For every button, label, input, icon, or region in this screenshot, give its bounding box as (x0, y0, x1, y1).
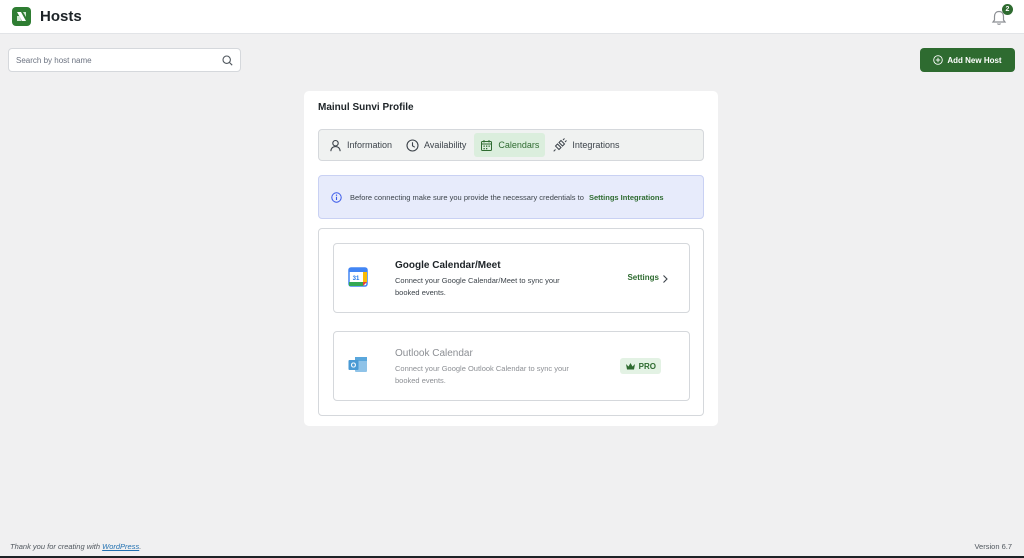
google-calendar-icon: 31 (348, 267, 368, 287)
notifications-button[interactable]: 2 (990, 4, 1013, 27)
outlook-calendar-name: Outlook Calendar (395, 348, 473, 359)
tab-label: Information (347, 140, 393, 150)
tab-label: Availability (424, 140, 467, 150)
outlook-calendar-description: Connect your Google Outlook Calendar to … (395, 364, 569, 385)
page-title: Hosts (40, 8, 82, 25)
info-icon (331, 191, 342, 203)
tab-label: Calendars (498, 140, 540, 150)
add-new-host-button[interactable]: Add New Host (920, 48, 1015, 72)
wordpress-link[interactable]: WordPress (102, 542, 139, 551)
calendar-list: 31 Google Calendar/Meet Connect your Goo… (318, 228, 704, 416)
tab-integrations[interactable]: Integrations (547, 133, 625, 157)
tab-calendars[interactable]: Calendars (474, 133, 546, 157)
outlook-calendar-icon-text: O (351, 363, 357, 370)
calendar-icon (481, 139, 493, 151)
footer-version: Version 6.7 (974, 542, 1012, 551)
settings-integrations-link[interactable]: Settings Integrations (589, 193, 664, 202)
google-calendar-settings-link[interactable]: Settings (627, 273, 659, 282)
profile-card: Mainul Sunvi Profile Information Availab… (304, 91, 718, 426)
tab-availability[interactable]: Availability (400, 133, 472, 157)
google-calendar-name: Google Calendar/Meet (395, 260, 501, 271)
credentials-notice: Before connecting make sure you provide … (318, 175, 704, 219)
profile-tabs: Information Availability Calendars Integ… (318, 129, 704, 161)
crown-icon (625, 362, 635, 369)
google-calendar-icon-text: 31 (353, 276, 360, 282)
clock-icon (406, 138, 419, 152)
search-box (8, 48, 241, 72)
tab-information[interactable]: Information (323, 133, 398, 157)
notification-count-badge: 2 (1002, 4, 1013, 15)
top-bar: Hosts 2 (0, 0, 1024, 34)
google-calendar-card: 31 Google Calendar/Meet Connect your Goo… (333, 243, 690, 313)
chevron-right-icon[interactable] (661, 274, 669, 284)
pro-badge[interactable]: PRO (619, 358, 661, 374)
pro-badge-label: PRO (638, 361, 656, 371)
add-new-host-label: Add New Host (947, 55, 1002, 65)
notice-text: Before connecting make sure you provide … (350, 192, 584, 202)
app-logo-icon (12, 7, 31, 26)
profile-title: Mainul Sunvi Profile (318, 102, 414, 113)
outlook-calendar-icon: O (348, 357, 367, 372)
google-calendar-description: Connect your Google Calendar/Meet to syn… (395, 276, 560, 297)
plus-circle-icon (933, 55, 944, 65)
outlook-calendar-card: O Outlook Calendar Connect your Google O… (333, 331, 690, 401)
user-icon (330, 139, 341, 151)
tab-label: Integrations (572, 140, 620, 150)
footer-credit: Thank you for creating with WordPress. (10, 542, 142, 551)
search-icon[interactable] (222, 54, 233, 66)
search-input[interactable] (16, 55, 222, 65)
plug-icon (553, 138, 568, 152)
